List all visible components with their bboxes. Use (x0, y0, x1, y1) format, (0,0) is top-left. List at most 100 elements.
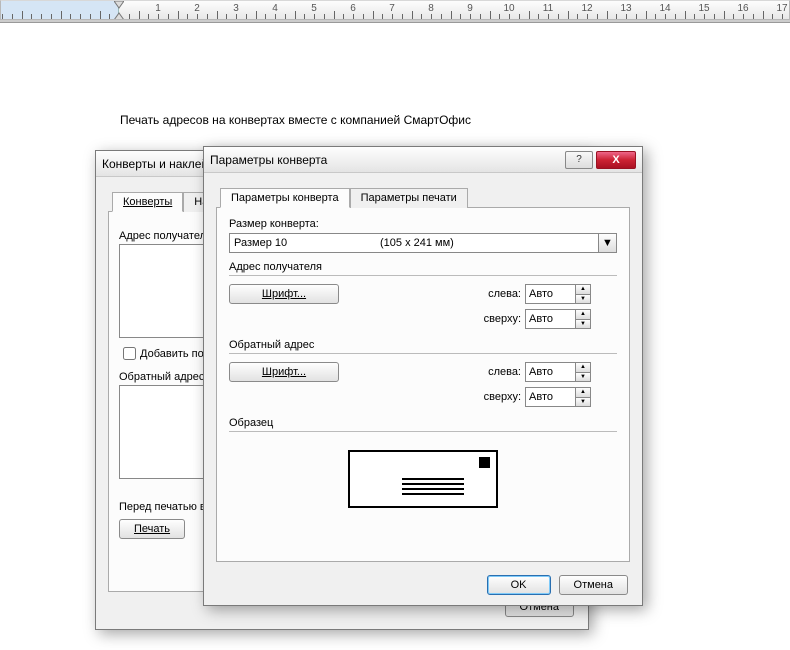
ruler-tick (314, 14, 315, 19)
ruler-tick (509, 14, 510, 19)
ruler-tick (753, 14, 754, 19)
ruler-tick-label: 17 (776, 3, 787, 14)
spin-up-icon[interactable]: ▲ (576, 285, 590, 294)
ruler-tick (685, 11, 686, 19)
ruler-tick (714, 14, 715, 19)
ruler-tick (382, 14, 383, 19)
ruler-tick (363, 14, 364, 19)
ruler-tick (441, 14, 442, 19)
recip-top-input[interactable] (525, 309, 575, 329)
ruler-tick (548, 14, 549, 19)
ruler-tick (70, 14, 71, 19)
ruler-tick (51, 14, 52, 19)
dialog-help-button[interactable]: ? (565, 151, 593, 169)
ruler-tick (22, 11, 23, 19)
ruler-tick (587, 14, 588, 19)
ruler-tick-label: 4 (272, 3, 278, 14)
ruler-tick (499, 14, 500, 19)
ruler-tick (187, 14, 188, 19)
ruler-tick (460, 14, 461, 19)
ruler-tick (655, 14, 656, 19)
ruler-tick (538, 14, 539, 19)
document-heading: Печать адресов на конвертах вместе с ком… (120, 113, 790, 127)
first-line-indent-marker[interactable] (114, 1, 124, 9)
ruler-tick-label: 12 (581, 3, 592, 14)
ok-button[interactable]: OK (487, 575, 551, 595)
ruler-tick (139, 11, 140, 19)
left-indent-marker[interactable] (114, 11, 124, 19)
address-lines-icon (402, 478, 464, 498)
ruler-tick (158, 14, 159, 19)
ruler-tick (724, 11, 725, 19)
horizontal-ruler: 1234567891011121314151617 (0, 0, 790, 20)
ruler-tick (61, 11, 62, 19)
spin-down-icon[interactable]: ▼ (576, 319, 590, 329)
spin-down-icon[interactable]: ▼ (576, 294, 590, 304)
ruler-tick (402, 14, 403, 19)
ruler-tick (207, 14, 208, 19)
return-left-spinner[interactable]: ▲▼ (525, 362, 595, 382)
cancel-button-top[interactable]: Отмена (559, 575, 628, 595)
ruler-tick-label: 3 (233, 3, 239, 14)
recip-top-spinner[interactable]: ▲▼ (525, 309, 595, 329)
return-group-label: Обратный адрес (229, 339, 617, 351)
spin-down-icon[interactable]: ▼ (576, 372, 590, 382)
tab-envelopes[interactable]: Конверты (112, 192, 183, 212)
ruler-tick-label: 2 (194, 3, 200, 14)
ruler-tick (607, 11, 608, 19)
ruler-tick (2, 14, 3, 19)
recip-left-label: слева: (473, 288, 521, 300)
return-left-input[interactable] (525, 362, 575, 382)
return-top-input[interactable] (525, 387, 575, 407)
ruler-tick (304, 14, 305, 19)
ruler-tick (626, 14, 627, 19)
ruler-tick (148, 14, 149, 19)
add-postal-checkbox[interactable] (123, 347, 136, 360)
ruler-tick-label: 11 (543, 3, 553, 14)
ruler-tick (704, 14, 705, 19)
recip-left-input[interactable] (525, 284, 575, 304)
ruler-tick (275, 14, 276, 19)
dialog-titlebar-top[interactable]: Параметры конверта ? X (204, 147, 642, 173)
spin-up-icon[interactable]: ▲ (576, 388, 590, 397)
ruler-tick (343, 14, 344, 19)
ruler-tick (12, 14, 13, 19)
return-top-label: сверху: (473, 391, 521, 403)
stamp-icon (479, 457, 490, 468)
envelope-size-select[interactable]: Размер 10 (105 x 241 мм) ▼ (229, 233, 617, 253)
tab-print-options[interactable]: Параметры печати (350, 188, 468, 208)
ruler-tick (470, 14, 471, 19)
ruler-tick (782, 14, 783, 19)
print-button[interactable]: Печать (119, 519, 185, 539)
dialog-close-button[interactable]: X (596, 151, 636, 169)
ruler-tick-label: 1 (155, 3, 161, 14)
ruler-tick (246, 14, 247, 19)
ruler-tick (480, 14, 481, 19)
ruler-tick-label: 16 (737, 3, 748, 14)
ruler-tick (197, 14, 198, 19)
spin-up-icon[interactable]: ▲ (576, 363, 590, 372)
ruler-tick (334, 11, 335, 19)
ruler-tick (226, 14, 227, 19)
ruler-tick (129, 14, 130, 19)
ruler-tick (178, 11, 179, 19)
return-font-button[interactable]: Шрифт... (229, 362, 339, 382)
ruler-tick (100, 11, 101, 19)
ruler-tick (616, 14, 617, 19)
return-top-spinner[interactable]: ▲▼ (525, 387, 595, 407)
recip-left-spinner[interactable]: ▲▼ (525, 284, 595, 304)
spin-down-icon[interactable]: ▼ (576, 397, 590, 407)
ruler-tick (763, 11, 764, 19)
tab-envelope-options[interactable]: Параметры конверта (220, 188, 350, 208)
envelope-options-dialog: Параметры конверта ? X Параметры конверт… (203, 146, 643, 606)
ruler-tick (490, 11, 491, 19)
ruler-tick (568, 11, 569, 19)
recipient-font-button[interactable]: Шрифт... (229, 284, 339, 304)
recipient-group-label: Адрес получателя (229, 261, 617, 273)
spin-up-icon[interactable]: ▲ (576, 310, 590, 319)
envelope-size-label: Размер конверта: (229, 218, 617, 230)
ruler-tick (256, 11, 257, 19)
envelope-size-dim: (105 x 241 мм) (380, 237, 454, 249)
ruler-tick-label: 15 (698, 3, 709, 14)
ruler-tick (217, 11, 218, 19)
